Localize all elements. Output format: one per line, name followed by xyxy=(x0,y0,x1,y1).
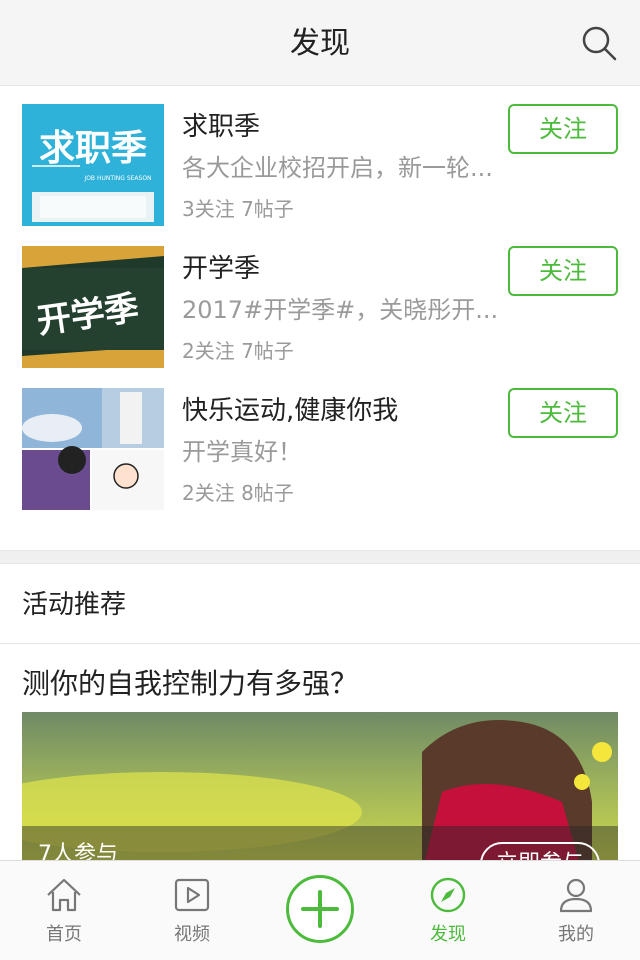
topic-row[interactable]: 快乐运动,健康你我 开学真好！ 2关注 8帖子 关注 xyxy=(0,370,640,512)
video-icon xyxy=(174,878,210,912)
topic-description: 2017#开学季#，关晓彤开... xyxy=(182,296,499,324)
tab-video[interactable]: 视频 xyxy=(128,861,256,960)
topic-row[interactable]: 开学季 开学季 2017#开学季#，关晓彤开... 2关注 7帖子 关注 xyxy=(0,228,640,370)
topic-stats: 2关注 7帖子 xyxy=(182,339,294,363)
topic-stats: 3关注 7帖子 xyxy=(182,197,294,221)
thumb-subtext: JOB HUNTING SEASON xyxy=(83,175,151,182)
activity-title[interactable]: 测你的自我控制力有多强？ xyxy=(22,666,358,702)
section-divider xyxy=(0,550,640,564)
tab-label: 首页 xyxy=(46,924,82,945)
top-bar: 发现 xyxy=(0,0,640,86)
topic-thumbnail xyxy=(22,388,164,510)
topic-description: 各大企业校招开启，新一轮... xyxy=(182,154,493,182)
follow-button[interactable]: 关注 xyxy=(508,104,618,154)
tab-label: 视频 xyxy=(174,924,210,945)
section-title: 活动推荐 xyxy=(22,590,127,620)
topic-stats: 2关注 8帖子 xyxy=(182,481,294,505)
compass-icon xyxy=(430,877,466,913)
topic-description: 开学真好！ xyxy=(182,438,302,466)
plus-icon xyxy=(301,890,339,928)
tab-discover[interactable]: 发现 xyxy=(384,861,512,960)
topic-row[interactable]: 求职季 JOB HUNTING SEASON 求职季 各大企业校招开启，新一轮.… xyxy=(0,86,640,228)
topic-title: 开学季 xyxy=(182,254,261,284)
add-button[interactable] xyxy=(286,875,354,943)
tab-me[interactable]: 我的 xyxy=(512,861,640,960)
tab-label: 发现 xyxy=(430,924,466,945)
search-button[interactable] xyxy=(580,24,618,62)
activity-banner[interactable]: 7人参与 立即参与 xyxy=(22,712,618,872)
search-icon xyxy=(582,26,617,61)
tab-label: 我的 xyxy=(558,924,594,945)
bottom-tab-bar: 首页 视频 发现 我的 xyxy=(0,860,640,960)
home-icon xyxy=(47,878,81,912)
topic-thumbnail: 开学季 xyxy=(22,246,164,368)
page-title: 发现 xyxy=(290,26,350,61)
discover-page: 发现 求职季 JOB HUNTING SEASON 求职季 各大企业校招开启，新… xyxy=(0,0,640,960)
activity-section-header: 活动推荐 xyxy=(0,564,640,644)
user-icon xyxy=(559,878,593,913)
topic-thumbnail: 求职季 JOB HUNTING SEASON xyxy=(22,104,164,226)
thumb-text: 求职季 xyxy=(39,128,147,169)
follow-button[interactable]: 关注 xyxy=(508,246,618,296)
topic-list: 求职季 JOB HUNTING SEASON 求职季 各大企业校招开启，新一轮.… xyxy=(0,86,640,512)
tab-home[interactable]: 首页 xyxy=(0,861,128,960)
topic-title: 快乐运动,健康你我 xyxy=(182,396,399,426)
follow-button[interactable]: 关注 xyxy=(508,388,618,438)
topic-title: 求职季 xyxy=(182,112,261,142)
